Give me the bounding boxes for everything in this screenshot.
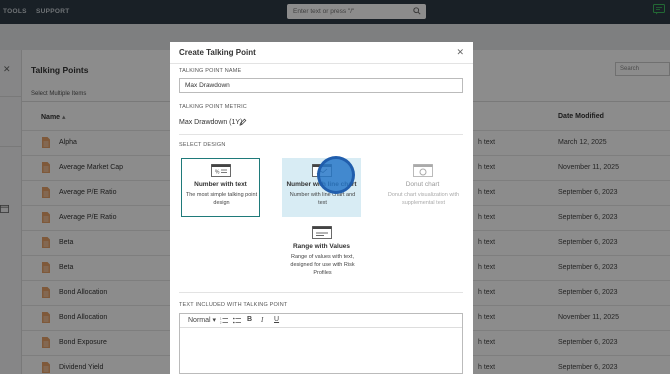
svg-text:2: 2 <box>220 322 222 325</box>
donut-chart-icon <box>413 164 433 177</box>
metric-value: Max Drawdown (1Y) <box>179 119 243 126</box>
design-title: Range with Values <box>292 243 351 250</box>
click-indicator <box>317 156 355 194</box>
design-description: The most simple talking point design <box>185 192 258 206</box>
close-icon[interactable]: ✕ <box>456 47 464 58</box>
bold-button[interactable]: B <box>247 316 252 323</box>
metric-label: TALKING POINT METRIC <box>179 104 247 110</box>
range-icon <box>312 226 332 239</box>
svg-text:%: % <box>215 170 220 176</box>
design-card-range-with-values[interactable]: Range with Values Range of values with t… <box>282 220 361 288</box>
chevron-down-icon: ▾ <box>212 317 217 324</box>
section-divider <box>179 292 463 293</box>
svg-text:1: 1 <box>220 318 222 321</box>
design-label: SELECT DESIGN <box>179 142 226 148</box>
format-dropdown[interactable]: Normal ▾ <box>188 316 216 324</box>
design-description: Range of values with text, designed for … <box>290 254 355 276</box>
text-label: TEXT INCLUDED WITH TALKING POINT <box>179 302 288 308</box>
name-label: TALKING POINT NAME <box>179 68 242 74</box>
bullet-list-icon[interactable] <box>233 317 241 324</box>
design-description: Number with line chart and text <box>289 192 356 206</box>
design-description: Donut chart visualization with supplemen… <box>387 192 460 206</box>
create-talking-point-dialog: Create Talking Point ✕ TALKING POINT NAM… <box>170 42 473 374</box>
section-divider <box>179 134 463 135</box>
talking-point-name-input[interactable] <box>179 78 463 93</box>
design-title: Donut chart <box>405 181 440 188</box>
dialog-title: Create Talking Point <box>179 48 256 57</box>
design-card-donut-chart[interactable]: Donut chart Donut chart visualization wi… <box>383 158 462 217</box>
dialog-header-divider <box>170 63 473 64</box>
italic-button[interactable]: I <box>261 316 263 324</box>
ordered-list-icon[interactable]: 12 <box>220 317 228 324</box>
underline-button[interactable]: U <box>274 316 279 323</box>
rich-text-editor[interactable]: Normal ▾ 12 B I U <box>179 313 463 374</box>
pencil-icon[interactable] <box>239 118 247 126</box>
number-with-text-icon: % <box>211 164 231 177</box>
design-title: Number with text <box>194 181 247 188</box>
editor-toolbar: Normal ▾ 12 B I U <box>180 314 462 328</box>
design-card-number-with-text[interactable]: % Number with text The most simple talki… <box>181 158 260 217</box>
